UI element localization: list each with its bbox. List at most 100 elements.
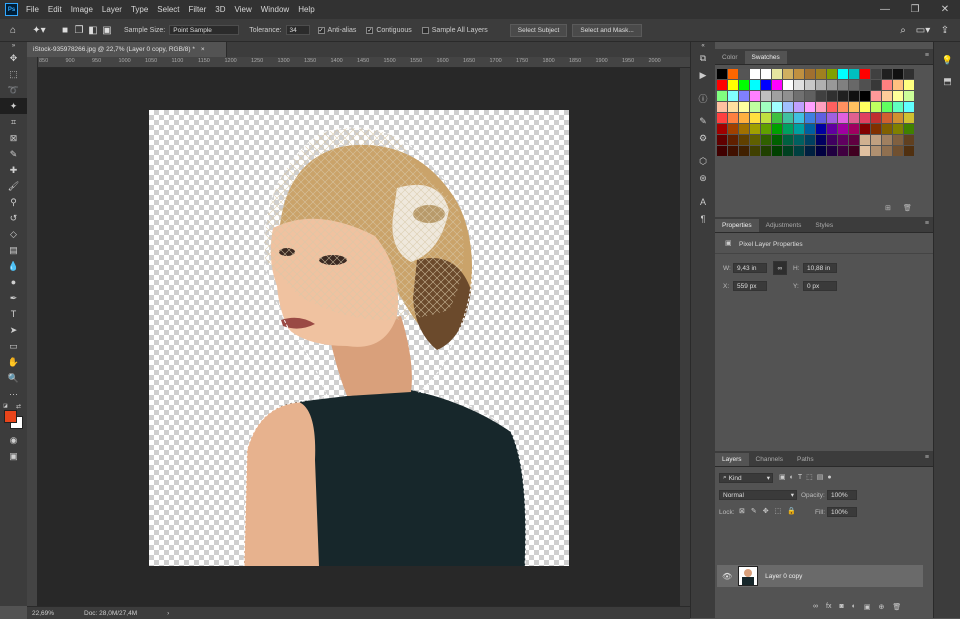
tab-layers[interactable]: Layers — [715, 453, 749, 466]
healing-brush-tool-icon[interactable]: ✚ — [0, 162, 27, 178]
properties-menu-icon[interactable]: ≡ — [925, 220, 929, 227]
dodge-tool-icon[interactable]: ● — [0, 274, 27, 290]
swatch[interactable] — [827, 124, 837, 134]
search-icon[interactable]: ⌕ — [896, 23, 910, 37]
swatch[interactable] — [761, 69, 771, 79]
subtract-selection-icon[interactable]: ◧ — [86, 23, 100, 37]
swatch[interactable] — [750, 113, 760, 123]
delete-layer-icon[interactable]: 🗑 — [892, 603, 901, 611]
swatch[interactable] — [904, 102, 914, 112]
swatch[interactable] — [805, 80, 815, 90]
swatch[interactable] — [904, 113, 914, 123]
swatch[interactable] — [805, 113, 815, 123]
swatch[interactable] — [717, 146, 727, 156]
swatch[interactable] — [816, 91, 826, 101]
swatch[interactable] — [882, 135, 892, 145]
contiguous-checkbox[interactable]: ✓ — [366, 26, 374, 34]
swatch[interactable] — [761, 102, 771, 112]
panel-menu-icon[interactable]: ≡ — [925, 52, 929, 59]
swatch[interactable] — [783, 124, 793, 134]
share-icon[interactable]: ⇪ — [938, 23, 952, 37]
move-tool-icon[interactable]: ✥ — [0, 50, 27, 66]
tab-adjustments[interactable]: Adjustments — [759, 219, 809, 232]
swatch[interactable] — [761, 80, 771, 90]
swatch[interactable] — [794, 113, 804, 123]
rectangle-tool-icon[interactable]: ▭ — [0, 338, 27, 354]
swatch[interactable] — [849, 146, 859, 156]
delete-swatch-icon[interactable]: 🗑 — [903, 204, 912, 212]
select-and-mask-button[interactable]: Select and Mask... — [572, 23, 642, 37]
swatch[interactable] — [860, 80, 870, 90]
workspace-icon[interactable]: ▭▾ — [914, 23, 932, 37]
swatch[interactable] — [860, 124, 870, 134]
swatch[interactable] — [739, 69, 749, 79]
swatch[interactable] — [882, 69, 892, 79]
swatch[interactable] — [728, 69, 738, 79]
document-close-icon[interactable]: × — [201, 46, 205, 53]
swatch[interactable] — [849, 135, 859, 145]
swatch[interactable] — [893, 102, 903, 112]
zoom-level[interactable]: 22,69% — [32, 610, 76, 617]
swatch[interactable] — [772, 80, 782, 90]
swatch[interactable] — [882, 102, 892, 112]
crop-tool-icon[interactable]: ⌗ — [0, 114, 27, 130]
swatch[interactable] — [893, 113, 903, 123]
swatch[interactable] — [904, 124, 914, 134]
swatch[interactable] — [794, 102, 804, 112]
y-field[interactable]: 0 px — [803, 281, 837, 291]
strip-collapse-icon[interactable]: « — [691, 42, 715, 50]
swatch[interactable] — [750, 124, 760, 134]
swatch[interactable] — [871, 135, 881, 145]
swatch[interactable] — [772, 102, 782, 112]
swatch[interactable] — [849, 91, 859, 101]
swatch[interactable] — [904, 80, 914, 90]
blend-mode-select[interactable]: Normal ▾ — [719, 490, 797, 500]
swatch[interactable] — [893, 135, 903, 145]
tab-color[interactable]: Color — [715, 51, 745, 64]
magic-wand-preset-icon[interactable]: ✦▾ — [28, 23, 50, 37]
home-icon[interactable]: ⌂ — [6, 23, 20, 37]
swatch[interactable] — [838, 80, 848, 90]
select-subject-button[interactable]: Select Subject — [509, 23, 568, 37]
swatch[interactable] — [827, 113, 837, 123]
swatch[interactable] — [739, 146, 749, 156]
screen-mode-icon[interactable]: ▣ — [0, 448, 27, 464]
swatch[interactable] — [838, 113, 848, 123]
swatch[interactable] — [827, 146, 837, 156]
layer-row[interactable]: 👁 Layer 0 copy — [717, 565, 923, 587]
frame-tool-icon[interactable]: ⊠ — [0, 130, 27, 146]
blur-tool-icon[interactable]: 💧 — [0, 258, 27, 274]
tolerance-input[interactable]: 34 — [285, 25, 310, 35]
swatch[interactable] — [871, 113, 881, 123]
swatch[interactable] — [783, 69, 793, 79]
swatch[interactable] — [783, 113, 793, 123]
tab-properties[interactable]: Properties — [715, 219, 759, 232]
menu-filter[interactable]: Filter — [189, 5, 207, 14]
swatch[interactable] — [739, 113, 749, 123]
brush-settings-icon[interactable]: ✎ — [691, 113, 715, 130]
swatch[interactable] — [772, 124, 782, 134]
swatch[interactable] — [761, 146, 771, 156]
info-panel-icon[interactable]: ⓘ — [691, 90, 715, 107]
swatch[interactable] — [728, 146, 738, 156]
swatch[interactable] — [750, 69, 760, 79]
layer-filter-kind[interactable]: ⌕ Kind ▾ — [719, 473, 773, 483]
swatch[interactable] — [904, 91, 914, 101]
layers-menu-icon[interactable]: ≡ — [925, 454, 929, 461]
swatch[interactable] — [827, 69, 837, 79]
minimize-button[interactable]: — — [870, 0, 900, 19]
visibility-eye-icon[interactable]: 👁 — [722, 572, 732, 581]
swatch[interactable] — [794, 124, 804, 134]
swatch[interactable] — [860, 102, 870, 112]
swatch[interactable] — [750, 135, 760, 145]
swatch[interactable] — [816, 124, 826, 134]
swatch[interactable] — [838, 69, 848, 79]
fill-field[interactable]: 100% — [827, 507, 857, 517]
swatch[interactable] — [871, 69, 881, 79]
eyedropper-tool-icon[interactable]: ✎ — [0, 146, 27, 162]
swatch[interactable] — [761, 135, 771, 145]
swatch[interactable] — [794, 135, 804, 145]
swatch[interactable] — [728, 113, 738, 123]
swatch[interactable] — [805, 69, 815, 79]
swatch[interactable] — [860, 146, 870, 156]
